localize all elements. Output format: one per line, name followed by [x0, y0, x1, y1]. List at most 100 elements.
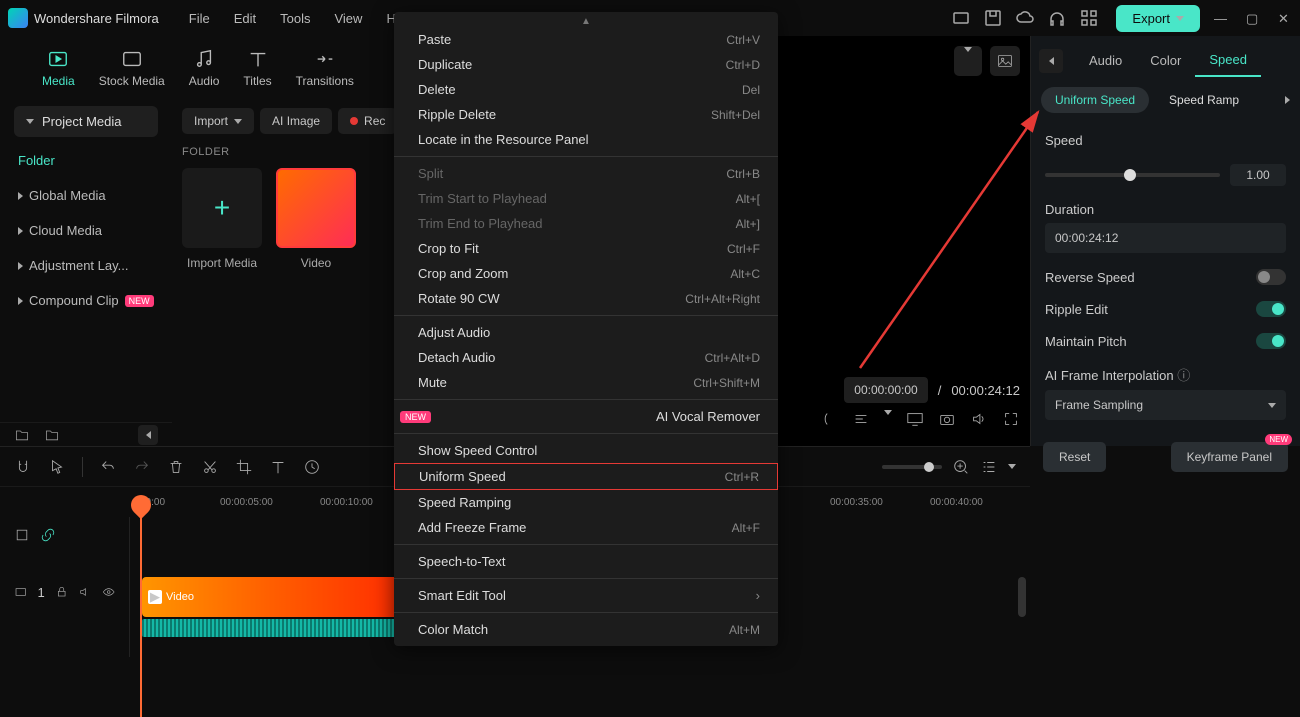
menu-file[interactable]: File	[189, 11, 210, 26]
ctx-crop-fit[interactable]: Crop to FitCtrl+F	[394, 236, 778, 261]
screen-icon[interactable]	[952, 9, 970, 27]
ctx-show-speed[interactable]: Show Speed Control	[394, 438, 778, 463]
record-button[interactable]: Rec	[338, 108, 397, 134]
tab-transitions[interactable]: Transitions	[284, 44, 366, 92]
ctx-ripple-delete[interactable]: Ripple DeleteShift+Del	[394, 102, 778, 127]
grid-icon[interactable]	[1080, 9, 1098, 27]
reset-button[interactable]: Reset	[1043, 442, 1106, 472]
ctx-paste[interactable]: PasteCtrl+V	[394, 27, 778, 52]
export-button[interactable]: Export	[1116, 5, 1200, 32]
text-icon[interactable]	[269, 458, 287, 476]
preview-image-icon[interactable]	[990, 46, 1020, 76]
tab-media[interactable]: Media	[30, 44, 87, 92]
magnet-icon[interactable]	[14, 458, 32, 476]
tab-stock-media[interactable]: Stock Media	[87, 44, 177, 92]
ctx-rotate[interactable]: Rotate 90 CWCtrl+Alt+Right	[394, 286, 778, 311]
crop-icon[interactable]	[235, 458, 253, 476]
menu-view[interactable]: View	[334, 11, 362, 26]
ctx-freeze-frame[interactable]: Add Freeze FrameAlt+F	[394, 515, 778, 540]
ctx-smart-edit[interactable]: Smart Edit Tool›	[394, 583, 778, 608]
cursor-icon[interactable]	[48, 458, 66, 476]
ctx-speech-text[interactable]: Speech-to-Text	[394, 549, 778, 574]
headphones-icon[interactable]	[1048, 9, 1066, 27]
mute-icon[interactable]	[78, 585, 91, 599]
list-icon[interactable]	[980, 458, 998, 476]
save-icon[interactable]	[984, 9, 1002, 27]
sidebar-global-media[interactable]: Global Media	[0, 178, 172, 213]
subtab-uniform-speed[interactable]: Uniform Speed	[1041, 87, 1149, 113]
duration-value[interactable]: 00:00:24:12	[1045, 223, 1286, 253]
keyframe-panel-button[interactable]: Keyframe Panel NEW	[1171, 442, 1288, 472]
ctx-duplicate[interactable]: DuplicateCtrl+D	[394, 52, 778, 77]
trash-icon[interactable]	[167, 458, 185, 476]
speed-value[interactable]: 1.00	[1230, 164, 1286, 186]
import-button[interactable]: Import	[182, 108, 254, 134]
ripple-toggle[interactable]	[1256, 301, 1286, 317]
chevron-down-icon[interactable]	[884, 410, 892, 415]
undo-icon[interactable]	[99, 458, 117, 476]
collapse-left-icon[interactable]	[138, 425, 158, 445]
ctx-ai-vocal[interactable]: NEWAI Vocal Remover	[394, 404, 778, 429]
chevron-down-icon[interactable]	[1008, 464, 1016, 469]
ctx-delete[interactable]: DeleteDel	[394, 77, 778, 102]
ctx-detach-audio[interactable]: Detach AudioCtrl+Alt+D	[394, 345, 778, 370]
ctx-speed-ramping[interactable]: Speed Ramping	[394, 490, 778, 515]
marker-icon[interactable]	[14, 527, 30, 543]
speaker-icon[interactable]	[970, 410, 988, 428]
pitch-toggle[interactable]	[1256, 333, 1286, 349]
speed-icon[interactable]	[303, 458, 321, 476]
cut-icon[interactable]	[201, 458, 219, 476]
chevron-right-icon[interactable]	[1285, 96, 1290, 104]
fullscreen-icon[interactable]	[1002, 410, 1020, 428]
timecode-current[interactable]: 00:00:00:00	[844, 377, 927, 403]
video-thumb[interactable]: Video	[276, 168, 356, 270]
slider-thumb-icon[interactable]	[1124, 169, 1136, 181]
project-media-button[interactable]: Project Media	[14, 106, 158, 137]
speed-slider[interactable]	[1045, 173, 1220, 177]
zoom-in-icon[interactable]	[952, 458, 970, 476]
audio-waveform[interactable]	[142, 619, 402, 637]
tab-titles[interactable]: Titles	[231, 44, 283, 92]
subtab-speed-ramp[interactable]: Speed Ramp	[1155, 87, 1279, 113]
align-icon[interactable]	[852, 410, 870, 428]
lock-icon[interactable]	[55, 585, 68, 599]
tab-audio[interactable]: Audio	[1075, 45, 1136, 76]
frame-interpolation-select[interactable]: Frame Sampling	[1045, 390, 1286, 420]
folder-add-icon[interactable]	[14, 427, 30, 443]
ctx-uniform-speed[interactable]: Uniform SpeedCtrl+R	[394, 463, 778, 490]
eye-icon[interactable]	[102, 585, 115, 599]
sidebar-adjustment-layer[interactable]: Adjustment Lay...	[0, 248, 172, 283]
sidebar-compound-clip[interactable]: Compound ClipNEW	[0, 283, 172, 318]
camera-icon[interactable]	[938, 410, 956, 428]
ai-image-button[interactable]: AI Image	[260, 108, 332, 134]
monitor-icon[interactable]	[906, 410, 924, 428]
sidebar-folder[interactable]: Folder	[0, 143, 172, 178]
close-icon[interactable]: ✕	[1278, 11, 1292, 25]
reverse-toggle[interactable]	[1256, 269, 1286, 285]
menu-edit[interactable]: Edit	[234, 11, 256, 26]
folder-icon[interactable]	[44, 427, 60, 443]
video-clip[interactable]: ▶ Video	[142, 577, 402, 617]
playhead[interactable]	[140, 517, 142, 717]
ctx-crop-zoom[interactable]: Crop and ZoomAlt+C	[394, 261, 778, 286]
maximize-icon[interactable]: ▢	[1246, 11, 1260, 25]
preview-dropdown[interactable]	[954, 46, 982, 76]
cloud-icon[interactable]	[1016, 9, 1034, 27]
import-media-thumb[interactable]: + Import Media	[182, 168, 262, 270]
film-icon[interactable]	[14, 585, 27, 599]
tab-speed[interactable]: Speed	[1195, 44, 1261, 77]
inspector-back-button[interactable]	[1039, 49, 1063, 73]
ctx-locate[interactable]: Locate in the Resource Panel	[394, 127, 778, 152]
tab-audio[interactable]: Audio	[177, 44, 232, 92]
minimize-icon[interactable]: —	[1214, 11, 1228, 25]
ctx-collapse-up[interactable]: ▲	[394, 16, 778, 27]
menu-tools[interactable]: Tools	[280, 11, 310, 26]
help-icon[interactable]: ⓘ	[1177, 368, 1190, 383]
zoom-slider[interactable]	[882, 465, 942, 469]
bracket-icon[interactable]	[820, 410, 838, 428]
ctx-adjust-audio[interactable]: Adjust Audio	[394, 320, 778, 345]
redo-icon[interactable]	[133, 458, 151, 476]
tab-color[interactable]: Color	[1136, 45, 1195, 76]
timeline-scrollbar[interactable]	[1018, 577, 1026, 617]
ctx-mute[interactable]: MuteCtrl+Shift+M	[394, 370, 778, 395]
